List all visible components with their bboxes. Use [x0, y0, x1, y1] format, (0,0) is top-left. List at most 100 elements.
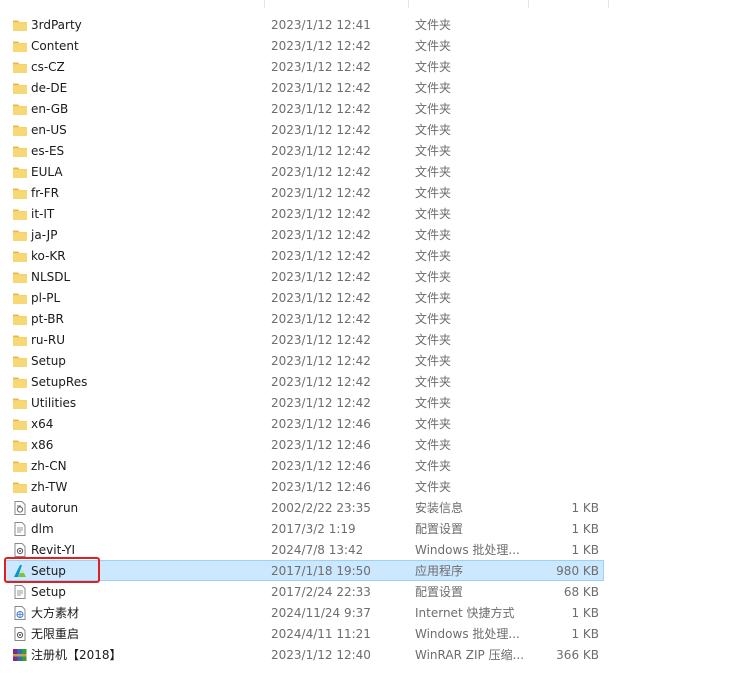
file-row[interactable]: x64 2023/1/12 12:46 文件夹	[5, 413, 604, 434]
folder-icon	[12, 416, 28, 432]
config-file-icon	[12, 521, 28, 537]
file-row[interactable]: pt-BR 2023/1/12 12:42 文件夹	[5, 308, 604, 329]
file-name: de-DE	[31, 81, 68, 95]
file-date-modified: 2023/1/12 12:42	[271, 291, 371, 305]
file-type: Windows 批处理...	[415, 627, 520, 641]
config-file-icon	[12, 584, 28, 600]
file-date-modified: 2023/1/12 12:42	[271, 144, 371, 158]
file-row[interactable]: Setup 2023/1/12 12:42 文件夹	[5, 350, 604, 371]
file-type: 文件夹	[415, 39, 452, 53]
file-date-modified: 2023/1/12 12:42	[271, 375, 371, 389]
file-row[interactable]: en-US 2023/1/12 12:42 文件夹	[5, 119, 604, 140]
file-row[interactable]: zh-CN 2023/1/12 12:46 文件夹	[5, 455, 604, 476]
file-name: Revit-YI	[31, 543, 76, 557]
file-row[interactable]: zh-TW 2023/1/12 12:46 文件夹	[5, 476, 604, 497]
file-date-modified: 2024/7/8 13:42	[271, 543, 364, 557]
file-type: 文件夹	[415, 144, 452, 158]
file-name: x86	[31, 438, 54, 452]
folder-icon	[12, 164, 28, 180]
file-row[interactable]: NLSDL 2023/1/12 12:42 文件夹	[5, 266, 604, 287]
file-date-modified: 2017/1/18 19:50	[271, 564, 371, 578]
file-row[interactable]: ru-RU 2023/1/12 12:42 文件夹	[5, 329, 604, 350]
file-date-modified: 2023/1/12 12:40	[271, 648, 371, 662]
file-size: 1 KB	[571, 606, 599, 620]
file-name: zh-CN	[31, 459, 67, 473]
file-row[interactable]: ja-JP 2023/1/12 12:42 文件夹	[5, 224, 604, 245]
file-date-modified: 2023/1/12 12:42	[271, 333, 371, 347]
file-name: pt-BR	[31, 312, 64, 326]
folder-icon	[12, 311, 28, 327]
file-name: fr-FR	[31, 186, 59, 200]
folder-icon	[12, 122, 28, 138]
file-row[interactable]: dlm 2017/3/2 1:19 配置设置 1 KB	[5, 518, 604, 539]
file-type: Windows 批处理...	[415, 543, 520, 557]
file-type: 文件夹	[415, 375, 452, 389]
file-type: 文件夹	[415, 312, 452, 326]
folder-icon	[12, 38, 28, 54]
file-row[interactable]: SetupRes 2023/1/12 12:42 文件夹	[5, 371, 604, 392]
file-size: 980 KB	[556, 564, 599, 578]
file-row[interactable]: EULA 2023/1/12 12:42 文件夹	[5, 161, 604, 182]
file-row[interactable]: Setup 2017/2/24 22:33 配置设置 68 KB	[5, 581, 604, 602]
file-date-modified: 2023/1/12 12:42	[271, 81, 371, 95]
annotation-highlight-box	[4, 557, 100, 583]
file-type: 应用程序	[415, 564, 464, 578]
file-name: Setup	[31, 354, 66, 368]
file-date-modified: 2002/2/22 23:35	[271, 501, 371, 515]
file-name: SetupRes	[31, 375, 88, 389]
file-name: en-GB	[31, 102, 69, 116]
file-row[interactable]: 大方素材 2024/11/24 9:37 Internet 快捷方式 1 KB	[5, 602, 604, 623]
file-date-modified: 2023/1/12 12:46	[271, 459, 371, 473]
file-type: 配置设置	[415, 585, 464, 599]
batch-file-icon	[12, 626, 28, 642]
column-separator	[408, 0, 409, 8]
setup-info-file-icon	[12, 500, 28, 516]
folder-icon	[12, 185, 28, 201]
folder-icon	[12, 248, 28, 264]
file-row[interactable]: autorun 2002/2/22 23:35 安装信息 1 KB	[5, 497, 604, 518]
file-row[interactable]: es-ES 2023/1/12 12:42 文件夹	[5, 140, 604, 161]
file-row[interactable]: 无限重启 2024/4/11 11:21 Windows 批处理... 1 KB	[5, 623, 604, 644]
folder-icon	[12, 206, 28, 222]
folder-icon	[12, 80, 28, 96]
file-row[interactable]: cs-CZ 2023/1/12 12:42 文件夹	[5, 56, 604, 77]
file-row[interactable]: fr-FR 2023/1/12 12:42 文件夹	[5, 182, 604, 203]
file-date-modified: 2023/1/12 12:42	[271, 228, 371, 242]
file-row[interactable]: ko-KR 2023/1/12 12:42 文件夹	[5, 245, 604, 266]
file-name: 无限重启	[31, 627, 80, 641]
file-name: cs-CZ	[31, 60, 65, 74]
file-row[interactable]: 3rdParty 2023/1/12 12:41 文件夹	[5, 14, 604, 35]
file-date-modified: 2023/1/12 12:46	[271, 417, 371, 431]
file-date-modified: 2023/1/12 12:42	[271, 207, 371, 221]
file-date-modified: 2024/11/24 9:37	[271, 606, 371, 620]
column-separator	[528, 0, 529, 8]
file-name: ja-JP	[31, 228, 58, 242]
file-date-modified: 2024/4/11 11:21	[271, 627, 371, 641]
file-type: 文件夹	[415, 186, 452, 200]
file-row[interactable]: de-DE 2023/1/12 12:42 文件夹	[5, 77, 604, 98]
folder-icon	[12, 269, 28, 285]
file-row[interactable]: Utilities 2023/1/12 12:42 文件夹	[5, 392, 604, 413]
file-type: 文件夹	[415, 459, 452, 473]
file-row[interactable]: en-GB 2023/1/12 12:42 文件夹	[5, 98, 604, 119]
file-row[interactable]: pl-PL 2023/1/12 12:42 文件夹	[5, 287, 604, 308]
file-type: Internet 快捷方式	[415, 606, 515, 620]
folder-icon	[12, 437, 28, 453]
column-separator	[264, 0, 265, 8]
file-date-modified: 2023/1/12 12:46	[271, 438, 371, 452]
file-row[interactable]: 注册机【2018】 2023/1/12 12:40 WinRAR ZIP 压缩...…	[5, 644, 604, 665]
file-name: pl-PL	[31, 291, 61, 305]
file-row[interactable]: Content 2023/1/12 12:42 文件夹	[5, 35, 604, 56]
internet-shortcut-icon	[12, 605, 28, 621]
file-date-modified: 2023/1/12 12:42	[271, 123, 371, 137]
batch-file-icon	[12, 542, 28, 558]
file-type: 文件夹	[415, 165, 452, 179]
file-type: 文件夹	[415, 480, 452, 494]
file-size: 1 KB	[571, 627, 599, 641]
file-date-modified: 2023/1/12 12:42	[271, 165, 371, 179]
file-name: autorun	[31, 501, 79, 515]
file-name: Content	[31, 39, 79, 53]
file-row[interactable]: x86 2023/1/12 12:46 文件夹	[5, 434, 604, 455]
file-row[interactable]: it-IT 2023/1/12 12:42 文件夹	[5, 203, 604, 224]
file-type: 文件夹	[415, 249, 452, 263]
